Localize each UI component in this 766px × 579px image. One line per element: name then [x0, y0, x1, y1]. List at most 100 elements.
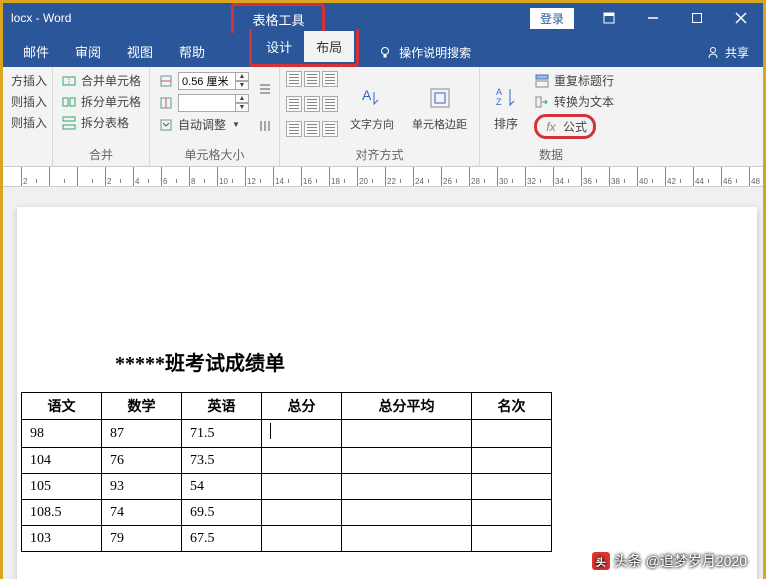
table-cell[interactable]: [342, 500, 472, 526]
table-cell[interactable]: [342, 474, 472, 500]
table-cell[interactable]: 79: [102, 526, 182, 552]
horizontal-ruler[interactable]: 2246810121416182022242628303234363840424…: [3, 167, 763, 187]
align-tl[interactable]: [286, 71, 302, 87]
table-header-cell[interactable]: 英语: [182, 393, 262, 420]
table-cell[interactable]: 98: [22, 420, 102, 448]
col-width-spinner[interactable]: ▲▼: [178, 94, 249, 112]
table-cell[interactable]: [472, 448, 552, 474]
split-table-button[interactable]: 拆分表格: [59, 113, 143, 132]
repeat-header-button[interactable]: 重复标题行: [532, 71, 616, 90]
table-cell[interactable]: 103: [22, 526, 102, 552]
table-cell[interactable]: [262, 526, 342, 552]
text-direction-button[interactable]: A 文字方向: [344, 71, 400, 144]
insert-below-button[interactable]: 则插入: [9, 92, 49, 111]
table-body[interactable]: 988771.51047673.51059354108.57469.510379…: [22, 420, 552, 552]
table-cell[interactable]: 54: [182, 474, 262, 500]
table-cell[interactable]: [262, 448, 342, 474]
table-header-cell[interactable]: 总分: [262, 393, 342, 420]
tab-view[interactable]: 视图: [115, 36, 165, 67]
col-width-input[interactable]: [178, 94, 236, 112]
row-height-spinner[interactable]: ▲▼: [178, 72, 249, 90]
table-cell[interactable]: 71.5: [182, 420, 262, 448]
spin-up[interactable]: ▲: [235, 72, 249, 81]
table-cell[interactable]: [472, 474, 552, 500]
ribbon-group-alignment: A 文字方向 单元格边距 对齐方式: [280, 67, 480, 166]
col-width-icon: [158, 95, 174, 111]
page[interactable]: *****班考试成绩单 语文数学英语总分总分平均名次 988771.510476…: [17, 207, 757, 579]
table-cell[interactable]: 73.5: [182, 448, 262, 474]
align-bc[interactable]: [304, 121, 320, 137]
table-header-cell[interactable]: 语文: [22, 393, 102, 420]
score-table[interactable]: 语文数学英语总分总分平均名次 988771.51047673.510593541…: [21, 392, 552, 552]
table-row[interactable]: 1037967.5: [22, 526, 552, 552]
table-row[interactable]: 108.57469.5: [22, 500, 552, 526]
auto-adjust-button[interactable]: 自动调整▼: [156, 115, 251, 134]
spin-down[interactable]: ▼: [235, 103, 249, 112]
tab-help[interactable]: 帮助: [167, 36, 217, 67]
document-title[interactable]: *****班考试成绩单: [17, 347, 757, 376]
row-height-item[interactable]: ▲▼: [156, 71, 251, 91]
tab-review[interactable]: 审阅: [63, 36, 113, 67]
table-cell[interactable]: 69.5: [182, 500, 262, 526]
tab-design[interactable]: 设计: [254, 31, 304, 62]
tab-layout[interactable]: 布局: [304, 31, 354, 62]
table-header-cell[interactable]: 总分平均: [342, 393, 472, 420]
close-icon[interactable]: [719, 3, 763, 33]
table-header-cell[interactable]: 名次: [472, 393, 552, 420]
tab-mail[interactable]: 邮件: [11, 36, 61, 67]
align-tr[interactable]: [322, 71, 338, 87]
share-button[interactable]: 共享: [691, 38, 763, 67]
table-cell[interactable]: [472, 420, 552, 448]
table-cell[interactable]: [472, 500, 552, 526]
convert-to-text-button[interactable]: 转换为文本: [532, 92, 616, 111]
table-header-cell[interactable]: 数学: [102, 393, 182, 420]
insert-above-button[interactable]: 方插入: [9, 71, 49, 90]
align-mr[interactable]: [322, 96, 338, 112]
spin-down[interactable]: ▼: [235, 81, 249, 90]
table-cell[interactable]: 93: [102, 474, 182, 500]
table-cell[interactable]: 87: [102, 420, 182, 448]
align-bl[interactable]: [286, 121, 302, 137]
sort-button[interactable]: AZ 排序: [486, 71, 526, 144]
split-cells-button[interactable]: 拆分单元格: [59, 92, 143, 111]
align-br[interactable]: [322, 121, 338, 137]
table-row[interactable]: 1059354: [22, 474, 552, 500]
table-header-row[interactable]: 语文数学英语总分总分平均名次: [22, 393, 552, 420]
merge-cells-button[interactable]: 合并单元格: [59, 71, 143, 90]
align-ml[interactable]: [286, 96, 302, 112]
table-cell[interactable]: 74: [102, 500, 182, 526]
tell-me-search[interactable]: 操作说明搜索: [377, 44, 471, 67]
spin-up[interactable]: ▲: [235, 94, 249, 103]
minimize-icon[interactable]: [631, 3, 675, 33]
table-cell[interactable]: [342, 526, 472, 552]
distribute-rows-button[interactable]: [257, 81, 273, 97]
cell-margins-button[interactable]: 单元格边距: [406, 71, 473, 144]
table-cell[interactable]: 104: [22, 448, 102, 474]
table-cell[interactable]: [262, 500, 342, 526]
col-width-item[interactable]: ▲▼: [156, 93, 251, 113]
table-row[interactable]: 1047673.5: [22, 448, 552, 474]
align-tc[interactable]: [304, 71, 320, 87]
table-cell[interactable]: [472, 526, 552, 552]
table-cell[interactable]: 105: [22, 474, 102, 500]
table-cell[interactable]: 108.5: [22, 500, 102, 526]
row-height-input[interactable]: [178, 72, 236, 90]
table-cell[interactable]: [262, 420, 342, 448]
align-mc[interactable]: [304, 96, 320, 112]
table-cell[interactable]: [342, 448, 472, 474]
table-row[interactable]: 988771.5: [22, 420, 552, 448]
insert-left-button[interactable]: 则插入: [9, 113, 49, 132]
table-cell[interactable]: [342, 420, 472, 448]
login-button[interactable]: 登录: [529, 7, 575, 30]
ribbon-options-icon[interactable]: [587, 3, 631, 33]
formula-button[interactable]: fx 公式: [532, 113, 616, 140]
table-cell[interactable]: 67.5: [182, 526, 262, 552]
maximize-icon[interactable]: [675, 3, 719, 33]
table-cell[interactable]: [262, 474, 342, 500]
ribbon-group-merge: 合并单元格 拆分单元格 拆分表格 合并: [53, 67, 150, 166]
text-direction-icon: A: [358, 84, 386, 112]
table-cell[interactable]: 76: [102, 448, 182, 474]
ribbon: 方插入 则插入 则插入 合并单元格 拆分单元格 拆分表格 合并 ▲▼ ▲▼: [3, 67, 763, 167]
ruler-tick: 24: [413, 167, 441, 187]
distribute-cols-button[interactable]: [257, 118, 273, 134]
